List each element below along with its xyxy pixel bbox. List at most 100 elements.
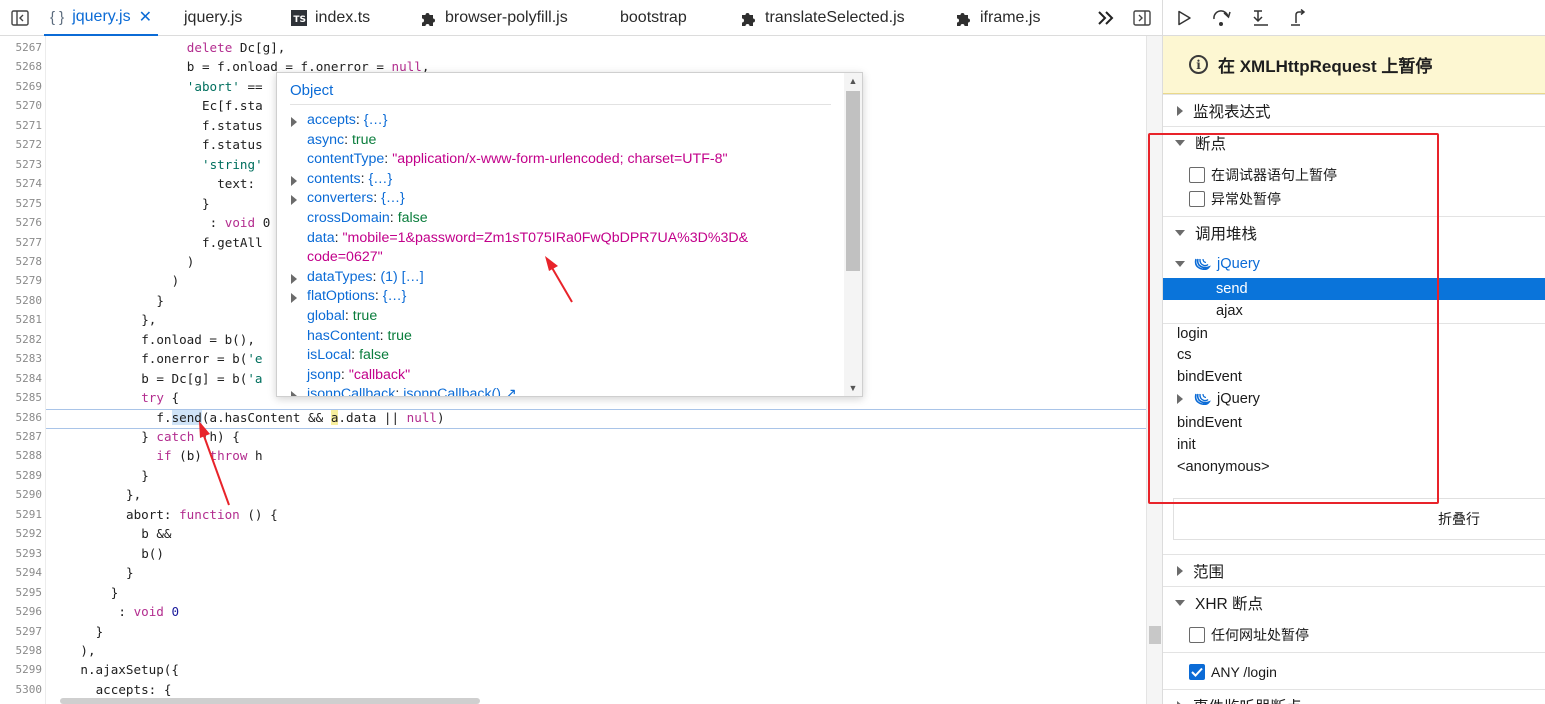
line-number[interactable]: 5296 [4, 602, 43, 621]
call-frame[interactable]: login [1177, 323, 1208, 345]
divider [1163, 652, 1545, 653]
call-frame[interactable]: cs [1177, 344, 1192, 366]
step-out-button[interactable] [1279, 0, 1317, 36]
line-number[interactable]: 5275 [4, 194, 43, 213]
line-number[interactable]: 5294 [4, 563, 43, 582]
line-number[interactable]: 5293 [4, 544, 43, 563]
expand-triangle-icon[interactable] [291, 175, 297, 186]
property-value: (1) […] [380, 268, 424, 285]
line-number[interactable]: 5291 [4, 505, 43, 524]
line-number[interactable]: 5272 [4, 135, 43, 154]
section-call-stack[interactable]: 调用堆栈 [1163, 216, 1545, 248]
expand-triangle-icon[interactable] [291, 273, 297, 284]
property-row[interactable]: jsonpCallback: jsonpCallback() ↗ [291, 385, 517, 396]
pause-on-exceptions-option[interactable]: 异常处暂停 [1189, 188, 1281, 210]
call-frame[interactable]: init [1177, 434, 1196, 456]
expand-triangle-icon[interactable] [291, 117, 297, 127]
line-number[interactable]: 5271 [4, 116, 43, 135]
section-breakpoints[interactable]: 断点 [1163, 126, 1545, 158]
pause-on-debugger-statement-option[interactable]: 在调试器语句上暂停 [1189, 164, 1337, 186]
line-number[interactable]: 5277 [4, 233, 43, 252]
line-number[interactable]: 5267 [4, 38, 43, 57]
call-frame[interactable]: bindEvent [1177, 412, 1242, 434]
section-xhr-breakpoints[interactable]: XHR 断点 [1163, 586, 1545, 618]
line-number[interactable]: 5286 [4, 408, 43, 427]
call-frame[interactable]: bindEvent [1177, 366, 1242, 388]
line-number[interactable]: 5276 [4, 213, 43, 232]
tab-jquery-js[interactable]: jquery.js [184, 0, 242, 36]
property-row[interactable]: dataTypes: (1) […] [291, 268, 424, 288]
tab-bootstrap[interactable]: bootstrap [620, 0, 687, 36]
popup-scrollbar-thumb[interactable] [846, 91, 860, 271]
scroll-up-icon[interactable]: ▲ [848, 76, 858, 86]
line-number[interactable]: 5288 [4, 446, 43, 465]
code-vertical-scrollbar[interactable] [1146, 36, 1162, 704]
call-frame-selected[interactable]: send [1163, 278, 1545, 300]
line-number[interactable]: 5269 [4, 77, 43, 96]
property-row[interactable]: flatOptions: {…} [291, 287, 406, 307]
tab-iframe-js[interactable]: iframe.js [955, 0, 1040, 36]
line-number-gutter[interactable]: 5267 5268 5269 5270 5271 5272 5273 5274 5275 5276… [0, 36, 46, 704]
property-row[interactable]: accepts: {…} [291, 111, 387, 131]
code-horizontal-scrollbar[interactable] [60, 698, 480, 704]
line-number[interactable]: 5297 [4, 622, 43, 641]
line-number[interactable]: 5292 [4, 524, 43, 543]
expand-triangle-icon[interactable] [291, 391, 297, 396]
section-event-listener-breakpoints[interactable]: 事件监听器断点 [1163, 689, 1545, 704]
property-row[interactable]: converters: {…} [291, 189, 405, 209]
scrollbar-thumb[interactable] [1149, 626, 1161, 644]
collapse-rows-button[interactable]: 折叠行 [1173, 498, 1545, 540]
step-in-button[interactable] [1241, 0, 1279, 36]
line-number[interactable]: 5283 [4, 349, 43, 368]
checkbox[interactable] [1189, 627, 1205, 643]
tab-browser-polyfill-js[interactable]: browser-polyfill.js [420, 0, 568, 36]
line-number[interactable]: 5299 [4, 660, 43, 679]
line-number[interactable]: 5273 [4, 155, 43, 174]
line-number[interactable]: 5282 [4, 330, 43, 349]
checkbox[interactable] [1189, 167, 1205, 183]
section-watch-expressions[interactable]: 监视表达式 [1163, 94, 1545, 126]
line-number[interactable]: 5287 [4, 427, 43, 446]
resume-button[interactable] [1165, 0, 1203, 36]
line-number[interactable]: 5268 [4, 57, 43, 76]
call-frame[interactable]: ajax [1216, 300, 1243, 322]
popup-title[interactable]: Object [290, 82, 333, 99]
debugger-toolbar [1163, 0, 1545, 36]
line-number[interactable]: 5290 [4, 485, 43, 504]
checkbox[interactable] [1189, 191, 1205, 207]
line-number[interactable]: 5274 [4, 174, 43, 193]
property-key: isLocal [307, 347, 352, 364]
call-stack-group-jquery-collapsed[interactable]: jQuery [1175, 388, 1260, 410]
line-number[interactable]: 5270 [4, 96, 43, 115]
line-number[interactable]: 5289 [4, 466, 43, 485]
step-over-button[interactable] [1203, 0, 1241, 36]
xhr-breakpoint-any-login[interactable]: ANY /login [1189, 661, 1277, 683]
line-number[interactable]: 5298 [4, 641, 43, 660]
tab-translate-selected-js[interactable]: translateSelected.js [740, 0, 905, 36]
more-tabs-button[interactable] [1088, 0, 1124, 36]
call-stack-group-jquery[interactable]: jQuery [1175, 253, 1260, 275]
expand-triangle-icon[interactable] [291, 293, 297, 304]
call-frame[interactable]: <anonymous> [1177, 456, 1270, 478]
popup-scrollbar[interactable]: ▲ ▼ [844, 73, 862, 396]
property-row[interactable]: contents: {…} [291, 170, 392, 190]
tab-jquery-js-active[interactable]: { } jquery.js ✕ [44, 0, 158, 36]
checkbox-checked[interactable] [1189, 664, 1205, 680]
tab-index-ts[interactable]: TS index.ts [291, 0, 370, 36]
close-tab-icon[interactable]: ✕ [139, 7, 152, 27]
line-number[interactable]: 5285 [4, 388, 43, 407]
scroll-down-icon[interactable]: ▼ [848, 383, 858, 393]
line-number[interactable]: 5295 [4, 583, 43, 602]
pause-on-any-url-option[interactable]: 任何网址处暂停 [1189, 624, 1309, 646]
line-number[interactable]: 5284 [4, 369, 43, 388]
line-number[interactable]: 5278 [4, 252, 43, 271]
line-number[interactable]: 5300 [4, 680, 43, 699]
section-scopes[interactable]: 范围 [1163, 554, 1545, 586]
toggle-sources-sidebar-button[interactable] [2, 0, 38, 36]
line-number[interactable]: 5280 [4, 291, 43, 310]
line-number[interactable]: 5281 [4, 310, 43, 329]
toggle-debugger-panel-button[interactable] [1124, 0, 1160, 36]
line-number[interactable]: 5279 [4, 271, 43, 290]
expand-triangle-icon[interactable] [291, 195, 297, 206]
sidebar-toggle-icon [11, 10, 29, 26]
